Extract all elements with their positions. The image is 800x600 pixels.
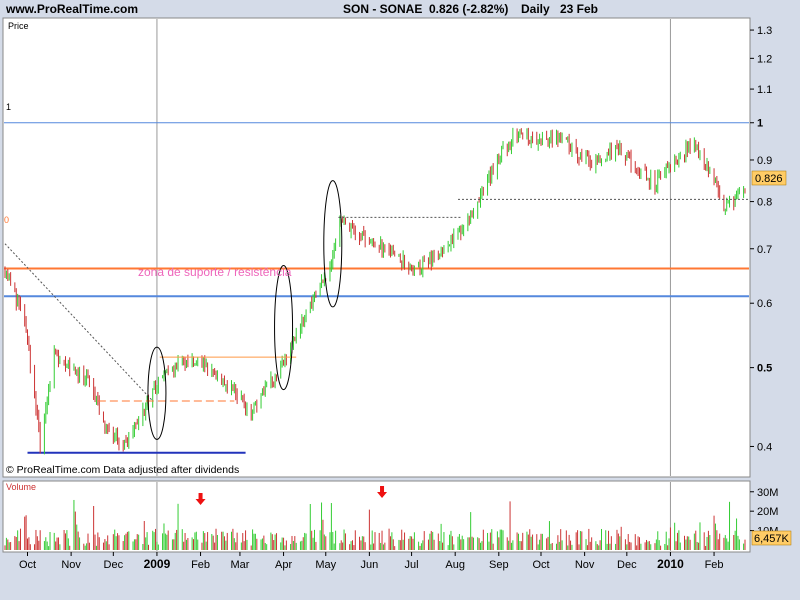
volume-tick-label: 20M xyxy=(757,506,778,518)
date-tick-label: Nov xyxy=(61,559,81,571)
price-tick-label: 0.7 xyxy=(757,244,772,256)
price-tick-label: 1.1 xyxy=(757,84,772,96)
date-tick-label: Aug xyxy=(445,559,465,571)
volume-tick-label: 30M xyxy=(757,487,778,499)
last-volume-tag-text: 6,457K xyxy=(754,533,790,545)
volume-label: Volume xyxy=(6,482,36,492)
last-price-tag-text: 0.826 xyxy=(755,173,783,185)
price-tick-label: 0.8 xyxy=(757,197,772,209)
price-tick-label: 0.9 xyxy=(757,155,772,167)
price-tick-label: 0.5 xyxy=(757,363,772,375)
price-panel[interactable] xyxy=(2,17,751,478)
copyright-note: © ProRealTime.com Data adjusted after di… xyxy=(6,464,239,476)
date-tick-label: Sep xyxy=(489,559,509,571)
chart-canvas[interactable]: 1.31.21.110.90.80.70.60.50.4 30M20M10M O… xyxy=(0,0,800,600)
date-tick-label: Dec xyxy=(104,559,124,571)
date-tick-label: 2009 xyxy=(144,557,171,571)
price-tick-label: 1.3 xyxy=(757,25,772,37)
date-tick-label: Feb xyxy=(705,559,724,571)
price-label: Price xyxy=(8,21,29,31)
price-axis: 1.3 1.2 1.1 1 0.9 0.8 0.7 0.6 0.5 0.4 xyxy=(750,25,772,453)
date-tick-label: May xyxy=(315,559,336,571)
date-tick-label: Jul xyxy=(405,559,419,571)
price-tick-label: 1.2 xyxy=(757,53,772,65)
date-axis: Oct Nov Dec 2009 Feb Mar Apr May Jun Jul Aug Sep Oct… xyxy=(19,552,724,571)
date-tick-label: Oct xyxy=(532,559,549,571)
date-tick-label: Apr xyxy=(275,559,292,571)
price-tick-label: 0.4 xyxy=(757,441,772,453)
date-tick-label: Jun xyxy=(360,559,378,571)
price-tick-label: 1 xyxy=(757,118,763,130)
price-tick-label: 0.6 xyxy=(757,298,772,310)
left-marker: 1 xyxy=(6,102,11,112)
date-tick-label: 2010 xyxy=(657,557,684,571)
date-tick-label: Oct xyxy=(19,559,36,571)
volume-axis: 30M20M10M xyxy=(750,487,778,538)
date-tick-label: Mar xyxy=(230,559,249,571)
zone-annotation: zona de suporte / resistência xyxy=(138,265,292,279)
date-tick-label: Feb xyxy=(191,559,210,571)
date-tick-label: Nov xyxy=(575,559,595,571)
left-marker-zero: 0 xyxy=(4,215,9,225)
date-tick-label: Dec xyxy=(617,559,637,571)
